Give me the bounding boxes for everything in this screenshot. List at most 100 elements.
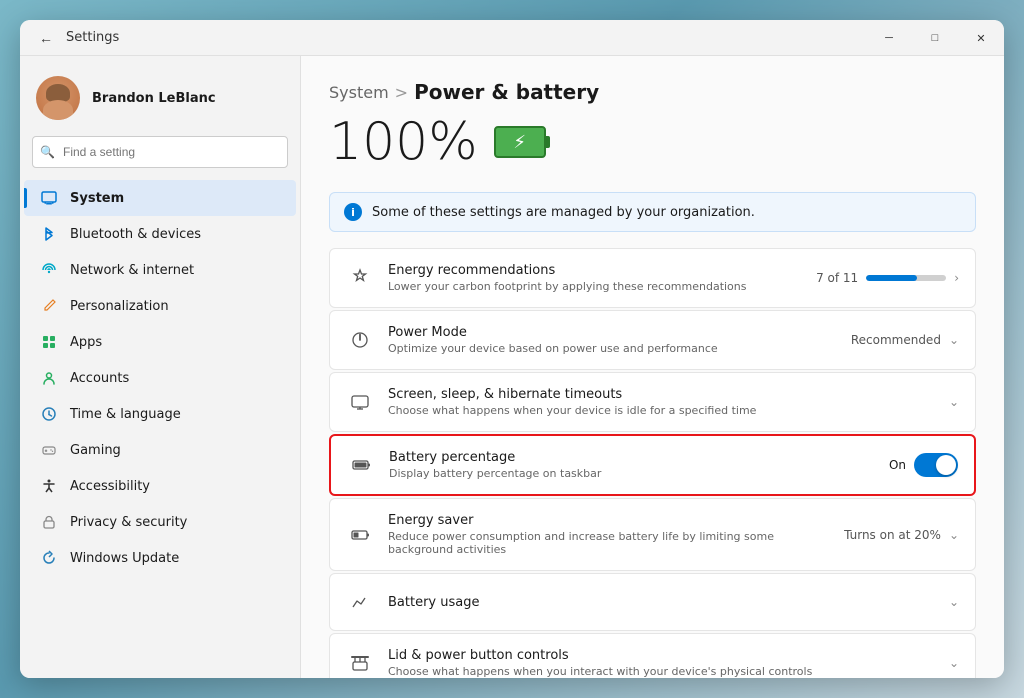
update-icon <box>40 549 58 567</box>
dropdown-value-energy-saver: Turns on at 20% <box>844 528 941 542</box>
row-title-lid-power: Lid & power button controls <box>388 648 935 663</box>
row-desc-power-mode: Optimize your device based on power use … <box>388 342 837 355</box>
row-title-energy-recommendations: Energy recommendations <box>388 263 802 278</box>
info-banner-text: Some of these settings are managed by yo… <box>372 205 755 220</box>
avatar <box>36 76 80 120</box>
user-profile[interactable]: Brandon LeBlanc <box>20 68 300 136</box>
chevron-icon-battery-usage: ⌄ <box>949 595 959 609</box>
row-text-energy-recommendations: Energy recommendations Lower your carbon… <box>388 263 802 293</box>
row-right-energy-saver: Turns on at 20% ⌄ <box>844 528 959 542</box>
power-mode-icon <box>346 326 374 354</box>
toggle-switch-battery-percentage[interactable] <box>914 453 958 477</box>
personalization-icon <box>40 297 58 315</box>
row-title-energy-saver: Energy saver <box>388 513 830 528</box>
back-button[interactable]: ← <box>32 24 60 52</box>
row-right-screen-sleep: ⌄ <box>949 395 959 409</box>
battery-header: 100% ⚡ <box>329 112 976 172</box>
sidebar-item-label-gaming: Gaming <box>70 443 121 458</box>
window-title: Settings <box>66 30 119 45</box>
settings-row-screen-sleep[interactable]: Screen, sleep, & hibernate timeouts Choo… <box>329 372 976 432</box>
energy-recommendations-icon <box>346 264 374 292</box>
sidebar-item-label-accounts: Accounts <box>70 371 129 386</box>
row-desc-battery-percentage: Display battery percentage on taskbar <box>389 467 875 480</box>
sidebar-item-accounts[interactable]: Accounts <box>24 360 296 396</box>
sidebar-item-label-apps: Apps <box>70 335 102 350</box>
network-icon <box>40 261 58 279</box>
sidebar-item-accessibility[interactable]: Accessibility <box>24 468 296 504</box>
row-text-battery-percentage: Battery percentage Display battery perce… <box>389 450 875 480</box>
battery-usage-icon <box>346 588 374 616</box>
toggle-knob-battery-percentage <box>936 455 956 475</box>
sidebar-item-label-time: Time & language <box>70 407 181 422</box>
row-text-battery-usage: Battery usage <box>388 595 935 610</box>
search-icon: 🔍 <box>40 145 55 159</box>
sidebar-item-update[interactable]: Windows Update <box>24 540 296 576</box>
info-icon: i <box>344 203 362 221</box>
settings-list: Energy recommendations Lower your carbon… <box>329 248 976 678</box>
progress-bar-energy-recommendations <box>866 275 946 281</box>
battery-percentage-display: 100% <box>329 112 478 172</box>
row-right-battery-usage: ⌄ <box>949 595 959 609</box>
apps-icon <box>40 333 58 351</box>
sidebar-item-gaming[interactable]: Gaming <box>24 432 296 468</box>
breadcrumb-parent: System <box>329 83 389 102</box>
row-title-power-mode: Power Mode <box>388 325 837 340</box>
sidebar: Brandon LeBlanc 🔍 System Bluetooth & dev… <box>20 56 300 678</box>
energy-saver-icon <box>346 521 374 549</box>
row-text-lid-power: Lid & power button controls Choose what … <box>388 648 935 678</box>
sidebar-item-system[interactable]: System <box>24 180 296 216</box>
sidebar-item-label-network: Network & internet <box>70 263 194 278</box>
row-desc-lid-power: Choose what happens when you interact wi… <box>388 665 935 678</box>
sidebar-item-time[interactable]: Time & language <box>24 396 296 432</box>
row-text-power-mode: Power Mode Optimize your device based on… <box>388 325 837 355</box>
breadcrumb-current: Power & battery <box>414 80 599 104</box>
accounts-icon <box>40 369 58 387</box>
window-content: Brandon LeBlanc 🔍 System Bluetooth & dev… <box>20 56 1004 678</box>
row-desc-screen-sleep: Choose what happens when your device is … <box>388 404 935 417</box>
sidebar-item-label-accessibility: Accessibility <box>70 479 150 494</box>
sidebar-item-apps[interactable]: Apps <box>24 324 296 360</box>
accessibility-icon <box>40 477 58 495</box>
window-controls: ─ □ ✕ <box>866 20 1004 56</box>
chevron-icon-lid-power: ⌄ <box>949 656 959 670</box>
settings-row-battery-usage[interactable]: Battery usage ⌄ <box>329 573 976 631</box>
battery-bolt-icon: ⚡ <box>513 132 526 153</box>
chevron-icon-power-mode: ⌄ <box>949 333 959 347</box>
breadcrumb: System > Power & battery <box>329 80 976 104</box>
main-content: System > Power & battery 100% ⚡ i Some o… <box>300 56 1004 678</box>
row-right-lid-power: ⌄ <box>949 656 959 670</box>
row-desc-energy-saver: Reduce power consumption and increase ba… <box>388 530 830 556</box>
settings-row-battery-percentage[interactable]: Battery percentage Display battery perce… <box>329 434 976 496</box>
row-desc-energy-recommendations: Lower your carbon footprint by applying … <box>388 280 802 293</box>
sidebar-item-privacy[interactable]: Privacy & security <box>24 504 296 540</box>
sidebar-item-label-update: Windows Update <box>70 551 179 566</box>
sidebar-item-personalization[interactable]: Personalization <box>24 288 296 324</box>
settings-row-energy-saver[interactable]: Energy saver Reduce power consumption an… <box>329 498 976 571</box>
privacy-icon <box>40 513 58 531</box>
settings-row-power-mode[interactable]: Power Mode Optimize your device based on… <box>329 310 976 370</box>
search-input[interactable] <box>32 136 288 168</box>
chevron-icon-energy-saver: ⌄ <box>949 528 959 542</box>
time-icon <box>40 405 58 423</box>
sidebar-item-network[interactable]: Network & internet <box>24 252 296 288</box>
sidebar-item-label-privacy: Privacy & security <box>70 515 187 530</box>
row-title-battery-usage: Battery usage <box>388 595 935 610</box>
battery-percentage-icon <box>347 451 375 479</box>
username-label: Brandon LeBlanc <box>92 91 216 106</box>
row-title-screen-sleep: Screen, sleep, & hibernate timeouts <box>388 387 935 402</box>
minimize-button[interactable]: ─ <box>866 20 912 56</box>
sidebar-nav: System Bluetooth & devices Network & int… <box>20 180 300 576</box>
titlebar: ← Settings ─ □ ✕ <box>20 20 1004 56</box>
close-button[interactable]: ✕ <box>958 20 1004 56</box>
maximize-button[interactable]: □ <box>912 20 958 56</box>
bluetooth-icon <box>40 225 58 243</box>
settings-row-lid-power[interactable]: Lid & power button controls Choose what … <box>329 633 976 678</box>
row-right-energy-recommendations: 7 of 11 › <box>816 271 959 285</box>
settings-row-energy-recommendations[interactable]: Energy recommendations Lower your carbon… <box>329 248 976 308</box>
row-right-battery-percentage: On <box>889 453 958 477</box>
search-box: 🔍 <box>32 136 288 168</box>
sidebar-item-bluetooth[interactable]: Bluetooth & devices <box>24 216 296 252</box>
row-right-power-mode: Recommended ⌄ <box>851 333 959 347</box>
sidebar-item-label-bluetooth: Bluetooth & devices <box>70 227 201 242</box>
row-text-screen-sleep: Screen, sleep, & hibernate timeouts Choo… <box>388 387 935 417</box>
